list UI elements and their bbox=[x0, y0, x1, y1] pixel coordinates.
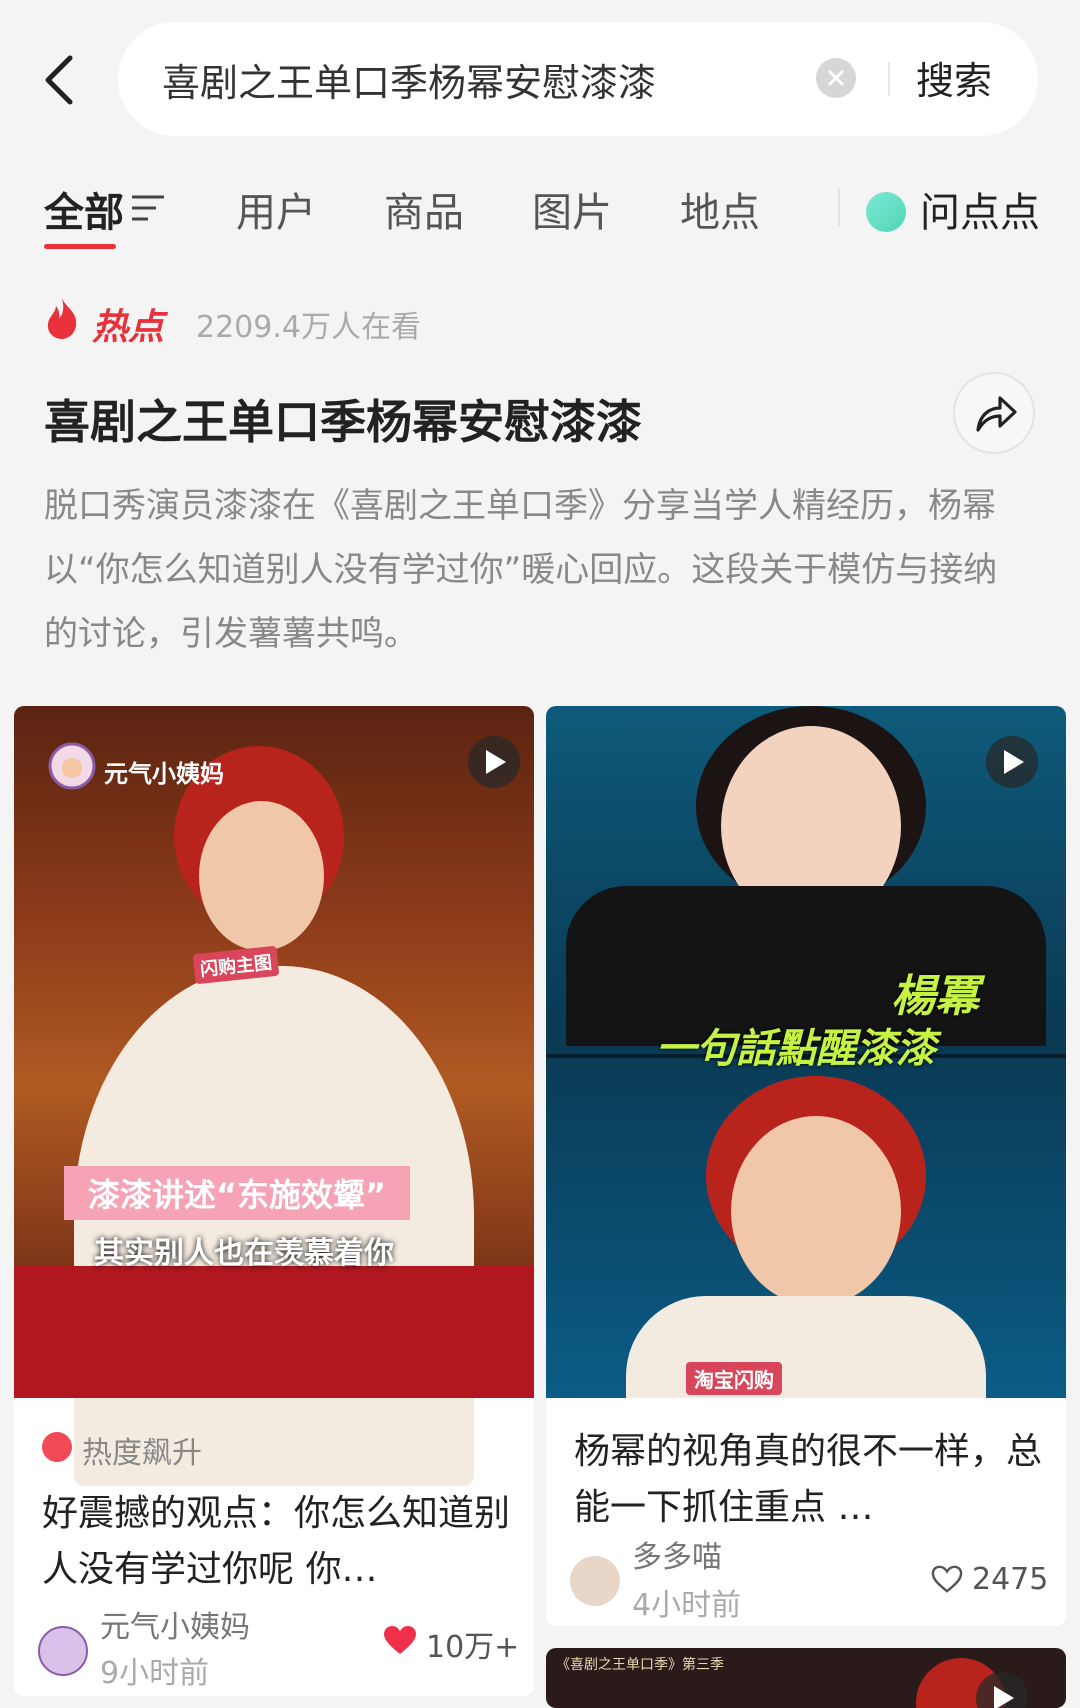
tab-ask[interactable]: 问点点 bbox=[920, 180, 1040, 238]
trending-icon bbox=[42, 1432, 72, 1462]
play-icon bbox=[1004, 750, 1024, 774]
filter-icon[interactable] bbox=[130, 192, 166, 226]
video-caption: 《喜剧之王单口季》第三季 bbox=[556, 1657, 724, 1673]
search-input[interactable]: 喜剧之王单口季杨幂安慰漆漆 搜索 bbox=[118, 22, 1038, 136]
topic-description: 脱口秀演员漆漆在《喜剧之王单口季》分享当学人精经历，杨幂以“你怎么知道别人没有学… bbox=[44, 486, 998, 654]
hot-label: 热点 bbox=[92, 307, 165, 348]
watermark-text: 元气小姨妈 bbox=[104, 760, 224, 788]
post-time: 9小时前 bbox=[100, 1656, 210, 1691]
video-cover-image[interactable]: 元气小姨妈 闪购主图 漆漆讲述“东施效颦” 其实别人也在羡慕着你 bbox=[14, 706, 534, 1486]
hot-topic-header: 热点 2209.4万人在看 bbox=[44, 296, 644, 348]
video-caption-line1: 漆漆讲述“东施效颦” bbox=[64, 1166, 411, 1220]
tab-images[interactable]: 图片 bbox=[532, 180, 612, 238]
note-card[interactable]: 《喜剧之王单口季》第三季 bbox=[546, 1648, 1066, 1708]
trending-label: 热度飙升 bbox=[82, 1436, 202, 1471]
author-avatar[interactable] bbox=[570, 1556, 620, 1606]
post-time: 4小时前 bbox=[632, 1588, 742, 1623]
note-card[interactable]: 楊冪 一句話點醒漆漆 淘宝闪购 杨幂的视角真的很不一样，总能一下抓住重点 … 多… bbox=[546, 706, 1066, 1626]
author-avatar[interactable] bbox=[38, 1626, 88, 1676]
ask-assistant-icon[interactable] bbox=[866, 192, 906, 232]
result-tabs: 全部 用户 商品 图片 地点 问点点 bbox=[0, 170, 1080, 250]
close-icon bbox=[828, 70, 844, 86]
clear-search-button[interactable] bbox=[816, 58, 856, 98]
search-header: 喜剧之王单口季杨幂安慰漆漆 搜索 bbox=[0, 0, 1080, 150]
body-shape bbox=[626, 1296, 986, 1398]
search-divider bbox=[888, 62, 890, 96]
share-icon bbox=[976, 396, 1017, 432]
play-icon bbox=[994, 1686, 1014, 1708]
note-card[interactable]: 元气小姨妈 闪购主图 漆漆讲述“东施效颦” 其实别人也在羡慕着你 热度飙升 好震… bbox=[14, 706, 534, 1696]
heart-outline-icon[interactable] bbox=[930, 1564, 964, 1594]
author-name[interactable]: 元气小姨妈 bbox=[100, 1602, 250, 1646]
active-tab-indicator bbox=[44, 244, 116, 249]
tab-all[interactable]: 全部 bbox=[44, 180, 124, 238]
note-title[interactable]: 杨幂的视角真的很不一样，总能一下抓住重点 … bbox=[574, 1424, 1044, 1536]
face-shape bbox=[731, 1116, 901, 1306]
face-shape bbox=[199, 801, 324, 951]
fire-icon bbox=[47, 298, 77, 339]
tab-places[interactable]: 地点 bbox=[680, 180, 760, 238]
topic-title: 喜剧之王单口季杨幂安慰漆漆 bbox=[44, 395, 642, 449]
author-name[interactable]: 多多喵 bbox=[632, 1532, 722, 1576]
note-title[interactable]: 好震撼的观点：你怎么知道别人没有学过你呢 你… bbox=[42, 1486, 512, 1598]
viewer-count: 2209.4万人在看 bbox=[196, 310, 421, 345]
share-button[interactable] bbox=[953, 372, 1035, 454]
tab-products[interactable]: 商品 bbox=[384, 180, 464, 238]
play-button[interactable] bbox=[468, 736, 520, 788]
watermark-logo-icon bbox=[48, 742, 96, 790]
video-caption-line1: 楊冪 bbox=[891, 971, 979, 1022]
tab-users[interactable]: 用户 bbox=[236, 180, 316, 238]
skirt-shape bbox=[14, 1266, 534, 1398]
like-count: 10万+ bbox=[426, 1630, 520, 1665]
product-sticker: 淘宝闪购 bbox=[686, 1362, 782, 1395]
play-button[interactable] bbox=[986, 736, 1038, 788]
body-shape bbox=[74, 966, 474, 1486]
chevron-left-icon bbox=[45, 55, 73, 105]
video-cover-image[interactable]: 楊冪 一句話點醒漆漆 淘宝闪购 bbox=[546, 706, 1066, 1398]
video-caption-line2: 一句話點醒漆漆 bbox=[656, 1026, 936, 1072]
heart-filled-icon[interactable] bbox=[382, 1624, 418, 1656]
search-query[interactable]: 喜剧之王单口季杨幂安慰漆漆 bbox=[162, 52, 656, 107]
tab-separator bbox=[838, 188, 840, 226]
back-button[interactable] bbox=[40, 52, 80, 108]
play-icon bbox=[486, 750, 506, 774]
like-count: 2475 bbox=[972, 1562, 1049, 1597]
search-button[interactable]: 搜索 bbox=[916, 50, 992, 105]
video-caption-line2: 其实别人也在羡慕着你 bbox=[94, 1236, 394, 1271]
